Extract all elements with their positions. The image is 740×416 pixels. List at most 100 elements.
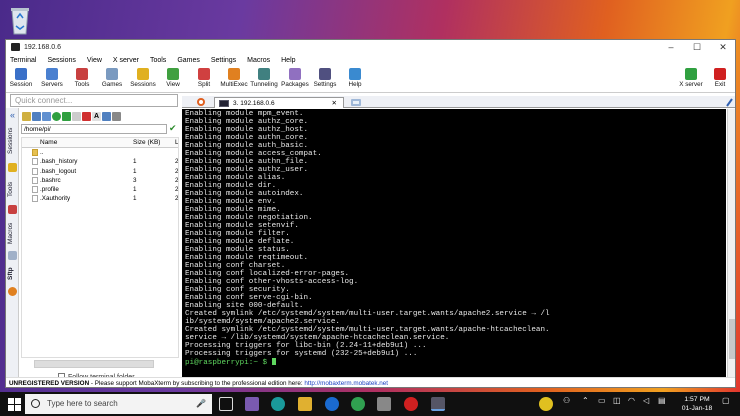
table-row[interactable]: .bash_logout 1 2( — [22, 167, 178, 176]
new-folder-icon[interactable] — [62, 112, 71, 121]
minimize-button[interactable]: – — [658, 40, 684, 54]
edge-icon[interactable] — [325, 397, 339, 411]
menu-x-server[interactable]: X server — [113, 57, 139, 64]
sftp-path-input[interactable]: /home/pi/ — [21, 124, 167, 134]
tab-macros[interactable]: Macros — [7, 217, 18, 249]
multiexec-button[interactable]: MultiExec — [219, 67, 249, 88]
column-size[interactable]: Size (KB) — [133, 138, 160, 148]
keyboard-icon[interactable]: ▤ — [658, 396, 666, 405]
file-explorer-icon[interactable] — [298, 397, 312, 411]
wifi-icon[interactable]: ◠ — [628, 396, 635, 405]
delete-icon[interactable] — [82, 112, 91, 121]
sessions-button[interactable]: Sessions — [128, 67, 158, 88]
menu-tools[interactable]: Tools — [150, 57, 166, 64]
task-view-icon[interactable] — [219, 397, 233, 411]
sftp-icon — [8, 287, 17, 296]
tab-tools[interactable]: Tools — [7, 175, 18, 203]
up-folder-icon[interactable] — [22, 112, 31, 121]
tools-icon — [8, 205, 17, 214]
windows-start-icon[interactable] — [8, 398, 21, 411]
terminal-line: Enabling module authn_core. — [185, 133, 309, 142]
menu-games[interactable]: Games — [177, 57, 200, 64]
menu-terminal[interactable]: Terminal — [10, 57, 36, 64]
tools-button[interactable]: Tools — [67, 67, 97, 88]
table-row[interactable]: .Xauthority 1 2( — [22, 194, 178, 203]
macros-icon — [8, 251, 17, 260]
recycle-bin-icon[interactable] — [6, 4, 34, 36]
settings-icon[interactable] — [112, 112, 121, 121]
exit-button[interactable]: Exit — [705, 67, 735, 88]
terminal-line: Enabling conf other-vhosts-access-log. — [185, 277, 359, 286]
split-icon — [198, 68, 210, 80]
network-icon[interactable]: ◫ — [613, 396, 621, 405]
checkmark-icon[interactable]: ✔ — [169, 123, 177, 134]
terminal-line: ib/systemd/system/apache2.service. — [185, 317, 340, 326]
view-button[interactable]: View — [158, 67, 188, 88]
column-name[interactable]: Name — [40, 138, 57, 148]
packages-icon — [289, 68, 301, 80]
terminal-output[interactable]: Enabling module mpm_event. Enabling modul… — [182, 109, 726, 377]
text-icon[interactable]: A — [92, 112, 101, 121]
notifications-icon[interactable]: ▢ — [722, 396, 730, 405]
menu-view[interactable]: View — [87, 57, 102, 64]
taskbar-search-input[interactable]: Type here to search 🎤 — [25, 394, 212, 414]
tab-session-3[interactable]: 3. 192.168.0.6 ✕ — [214, 97, 344, 108]
split-button[interactable]: Split — [189, 67, 219, 88]
table-row[interactable]: .. — [22, 148, 178, 157]
table-row[interactable]: .profile 1 2( — [22, 185, 178, 194]
refresh-icon[interactable] — [52, 112, 61, 121]
chevron-up-icon[interactable]: ⌃ — [582, 396, 589, 405]
terminal-line: Enabling module authn_file. — [185, 157, 309, 166]
session-button[interactable]: Session — [6, 67, 36, 88]
new-file-icon[interactable] — [72, 112, 81, 121]
store-icon[interactable] — [245, 397, 259, 411]
mobatek-link[interactable]: http://mobaxterm.mobatek.net — [304, 380, 388, 387]
mobaxterm-taskbar-icon[interactable] — [431, 397, 445, 411]
horizontal-scrollbar[interactable] — [34, 360, 154, 368]
games-button[interactable]: Games — [97, 67, 127, 88]
column-last-modified[interactable]: La — [175, 138, 178, 148]
help-tray-icon[interactable] — [539, 397, 553, 411]
help-button[interactable]: Help — [340, 67, 370, 88]
terminal-line: Enabling module autoindex. — [185, 189, 304, 198]
settings-button[interactable]: Settings — [310, 67, 340, 88]
new-tab-icon[interactable] — [350, 97, 364, 108]
terminal-scrollbar[interactable] — [727, 109, 735, 377]
taskbar-clock[interactable]: 1:57 PM 01-Jan-18 — [680, 395, 714, 413]
menu-help[interactable]: Help — [281, 57, 295, 64]
app-icon[interactable] — [377, 397, 391, 411]
quick-connect-input[interactable]: Quick connect... — [10, 94, 178, 107]
list-view-icon[interactable] — [102, 112, 111, 121]
battery-icon[interactable]: ▭ — [598, 396, 606, 405]
download-icon[interactable] — [32, 112, 41, 121]
table-row[interactable]: .bashrc 3 2( — [22, 176, 178, 185]
opera-icon[interactable] — [404, 397, 418, 411]
servers-button[interactable]: Servers — [37, 67, 67, 88]
terminal-cursor — [271, 357, 276, 365]
collapse-chevron-icon[interactable]: « — [7, 110, 18, 120]
volume-icon[interactable]: ◁ — [643, 396, 649, 405]
tab-sessions[interactable]: Sessions — [7, 122, 18, 160]
tab-sftp[interactable]: Sftp — [7, 263, 18, 285]
table-row[interactable]: .bash_history 1 2( — [22, 157, 178, 166]
home-tab-icon[interactable] — [196, 97, 208, 108]
menu-settings[interactable]: Settings — [211, 57, 236, 64]
close-tab-icon[interactable]: ✕ — [332, 98, 337, 109]
upload-icon[interactable] — [42, 112, 51, 121]
maximize-button[interactable]: ☐ — [684, 40, 710, 54]
tunneling-button[interactable]: Tunneling — [249, 67, 279, 88]
chrome-icon[interactable] — [351, 397, 365, 411]
file-icon — [32, 158, 38, 166]
arduino-icon[interactable] — [271, 397, 285, 411]
attach-icon[interactable] — [725, 97, 735, 108]
x-server-button[interactable]: X server — [676, 67, 706, 88]
microphone-icon[interactable]: 🎤 — [196, 394, 206, 414]
menu-sessions[interactable]: Sessions — [47, 57, 75, 64]
power-icon — [714, 68, 726, 80]
packages-button[interactable]: Packages — [280, 67, 310, 88]
people-icon[interactable]: ⚇ — [563, 396, 570, 405]
title-bar[interactable]: 192.168.0.6 – ☐ ✕ — [6, 40, 735, 54]
menu-macros[interactable]: Macros — [247, 57, 270, 64]
close-button[interactable]: ✕ — [710, 40, 735, 54]
scrollbar-thumb[interactable] — [729, 319, 735, 359]
